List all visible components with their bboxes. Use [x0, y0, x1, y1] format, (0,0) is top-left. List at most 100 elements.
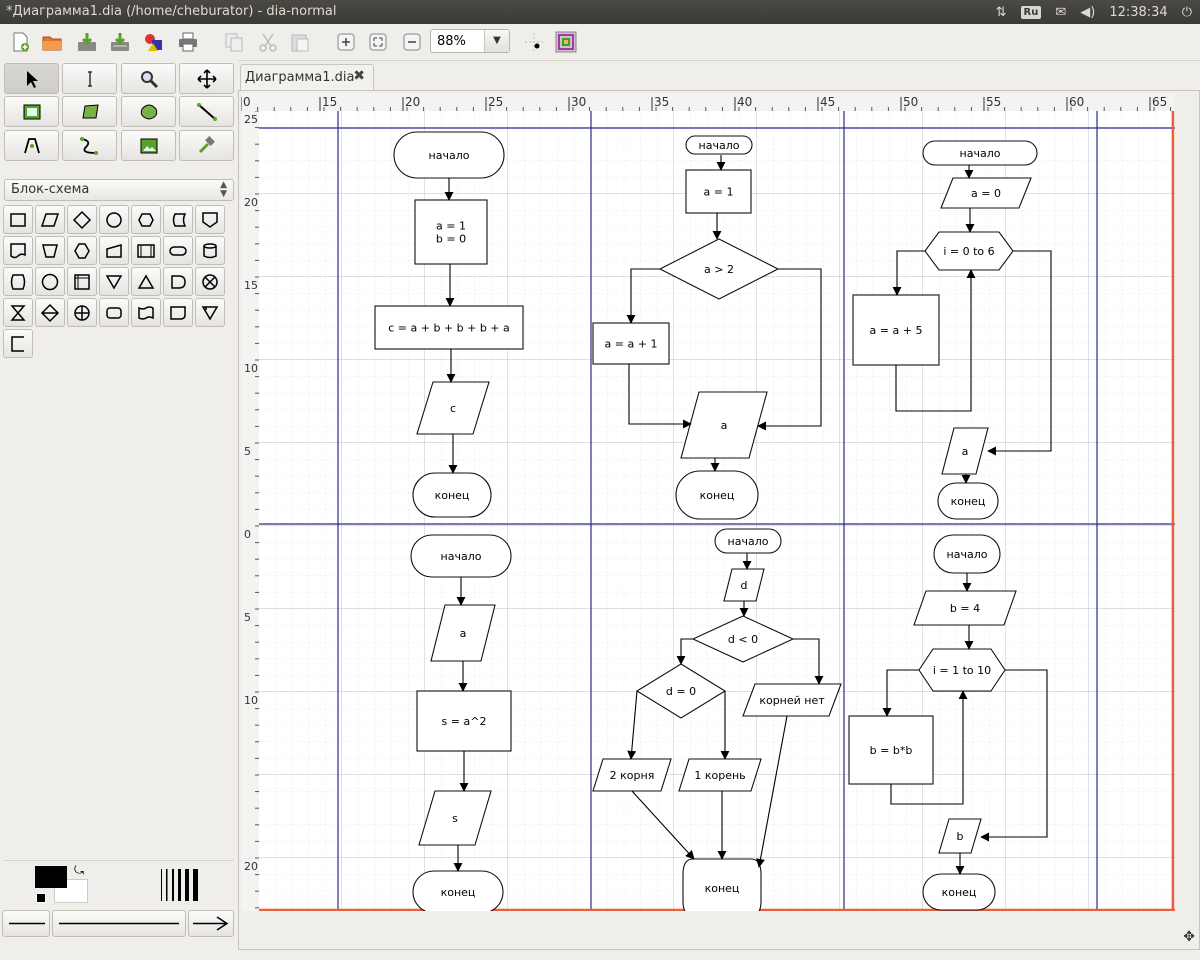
cut-button[interactable]	[256, 30, 280, 54]
tab-diagram1[interactable]: Диаграмма1.dia ✖	[240, 64, 374, 90]
decision-shape-tool[interactable]	[67, 205, 97, 234]
new-file-icon	[13, 32, 29, 52]
select-tool[interactable]	[4, 63, 59, 94]
paste-button[interactable]	[288, 30, 312, 54]
save-button[interactable]	[75, 30, 99, 54]
bezier-line-icon	[79, 136, 98, 155]
collate-shape-tool[interactable]	[3, 298, 33, 327]
process-shape-tool[interactable]	[3, 205, 33, 234]
zoom-in-icon	[337, 33, 355, 51]
zoom-out-button[interactable]	[400, 30, 424, 54]
snap-to-objects-toggle[interactable]	[554, 30, 578, 54]
magnify-tool[interactable]	[121, 63, 176, 94]
mail-icon[interactable]: ✉	[1055, 5, 1066, 20]
line-style-selector[interactable]	[52, 910, 186, 937]
text-tool[interactable]	[4, 130, 59, 161]
chevron-updown-icon: ▲ ▼	[220, 180, 227, 199]
tab-label: Диаграмма1.dia	[245, 70, 355, 85]
zoom-input[interactable]	[433, 31, 485, 52]
terminal-shape-tool[interactable]	[163, 236, 193, 265]
f5-condition2-label: d = 0	[666, 685, 696, 698]
or-shape-tool[interactable]	[67, 298, 97, 327]
start-arrow-selector[interactable]	[2, 910, 50, 937]
ruler-label: 25	[488, 95, 503, 109]
best-fit-button[interactable]	[366, 30, 390, 54]
foreground-color-swatch[interactable]	[35, 866, 67, 888]
scroll-tool[interactable]	[179, 63, 234, 94]
line-tool[interactable]	[179, 96, 234, 127]
close-icon[interactable]: ✖	[353, 68, 365, 84]
zoom-in-button[interactable]	[334, 30, 358, 54]
hexagon-shape-tool[interactable]	[67, 236, 97, 265]
arrow-end-icon	[193, 916, 229, 931]
copy-button[interactable]	[222, 30, 246, 54]
clock[interactable]: 12:38:34	[1109, 5, 1167, 20]
beziergon-tool[interactable]	[121, 96, 176, 127]
outline-tool[interactable]	[179, 130, 234, 161]
power-icon[interactable]: ⏻	[1182, 5, 1192, 20]
open-button[interactable]	[40, 30, 64, 54]
swap-colors-icon[interactable]: ⤿	[74, 863, 84, 878]
display-shape-tool[interactable]	[99, 298, 129, 327]
default-colors-icon[interactable]	[36, 893, 46, 903]
extract-shape-tool[interactable]	[131, 267, 161, 296]
preparation-shape-tool[interactable]	[131, 205, 161, 234]
print-button[interactable]	[176, 30, 200, 54]
sort-shape-tool[interactable]	[35, 298, 65, 327]
save-as-button[interactable]	[108, 30, 132, 54]
circle-connector-shape-tool[interactable]	[35, 267, 65, 296]
manual-input-shape-tool[interactable]	[99, 236, 129, 265]
box-tool[interactable]	[4, 96, 59, 127]
grid-snap-icon	[525, 33, 543, 51]
sheet-selector[interactable]: Блок-схема ▲ ▼	[4, 179, 234, 201]
keyboard-layout-indicator[interactable]: Ru	[1020, 5, 1042, 19]
process-shape-icon	[10, 212, 26, 227]
decision-shape-icon	[72, 210, 92, 229]
document-shape-tool[interactable]	[3, 236, 33, 265]
horizontal-ruler[interactable]: 0 15 20 25 30 35 40 45 50 55 60 65	[241, 93, 1175, 111]
network-arrows-icon[interactable]: ⇅	[996, 5, 1007, 20]
vertical-ruler[interactable]: 25 20 15 10 5 0 5 10 20	[241, 111, 259, 911]
merge-shape-tool[interactable]	[99, 267, 129, 296]
horizontal-scrollbar[interactable]	[241, 913, 1175, 945]
export-button[interactable]	[142, 30, 166, 54]
connector-shape-tool[interactable]	[99, 205, 129, 234]
snap-to-grid-toggle[interactable]	[522, 30, 546, 54]
f5-out-two-label: 2 корня	[610, 769, 655, 782]
annotation-shape-tool[interactable]	[3, 329, 33, 358]
delay-shape-tool[interactable]	[163, 267, 193, 296]
line-width-icon[interactable]	[159, 867, 203, 903]
text-edit-tool[interactable]	[62, 63, 117, 94]
offpage-shape-tool[interactable]	[195, 205, 225, 234]
f2-output-label: a	[721, 419, 728, 432]
internal-storage-shape-tool[interactable]	[67, 267, 97, 296]
f2-assign-label: a = 1	[704, 186, 734, 199]
punched-tape-shape-tool[interactable]	[131, 298, 161, 327]
navigation-icon[interactable]: ✥	[1183, 929, 1195, 945]
stored-data-shape-tool[interactable]	[163, 205, 193, 234]
diagram-canvas[interactable]: начало a = 1b = 0 c = a + b + b + b + a c ко…	[259, 111, 1175, 911]
connector-shape-icon	[106, 211, 122, 228]
end-arrow-selector[interactable]	[188, 910, 234, 937]
input-output-shape-tool[interactable]	[35, 205, 65, 234]
direct-access-shape-tool[interactable]	[3, 267, 33, 296]
manual-operation-shape-tool[interactable]	[35, 236, 65, 265]
text-cursor-icon	[87, 70, 92, 87]
volume-icon[interactable]: ◀)	[1080, 5, 1095, 20]
internal-storage-shape-icon	[74, 273, 90, 290]
transport-shape-tool[interactable]	[195, 298, 225, 327]
f3-process-label: a = a + 5	[870, 324, 923, 337]
polygon-tool[interactable]	[62, 96, 117, 127]
card-shape-tool[interactable]	[163, 298, 193, 327]
predefined-process-shape-tool[interactable]	[131, 236, 161, 265]
bezier-line-tool[interactable]	[62, 130, 117, 161]
magnetic-disk-shape-tool[interactable]	[195, 236, 225, 265]
ruler-label: 35	[654, 95, 669, 109]
summing-junction-shape-tool[interactable]	[195, 267, 225, 296]
image-tool[interactable]	[121, 130, 176, 161]
new-diagram-button[interactable]	[8, 30, 32, 54]
line-start-icon	[9, 922, 45, 925]
chevron-down-icon[interactable]: ▼	[484, 30, 509, 52]
ruler-label: 20	[244, 860, 258, 873]
zoom-combo[interactable]: ▼	[430, 29, 510, 53]
